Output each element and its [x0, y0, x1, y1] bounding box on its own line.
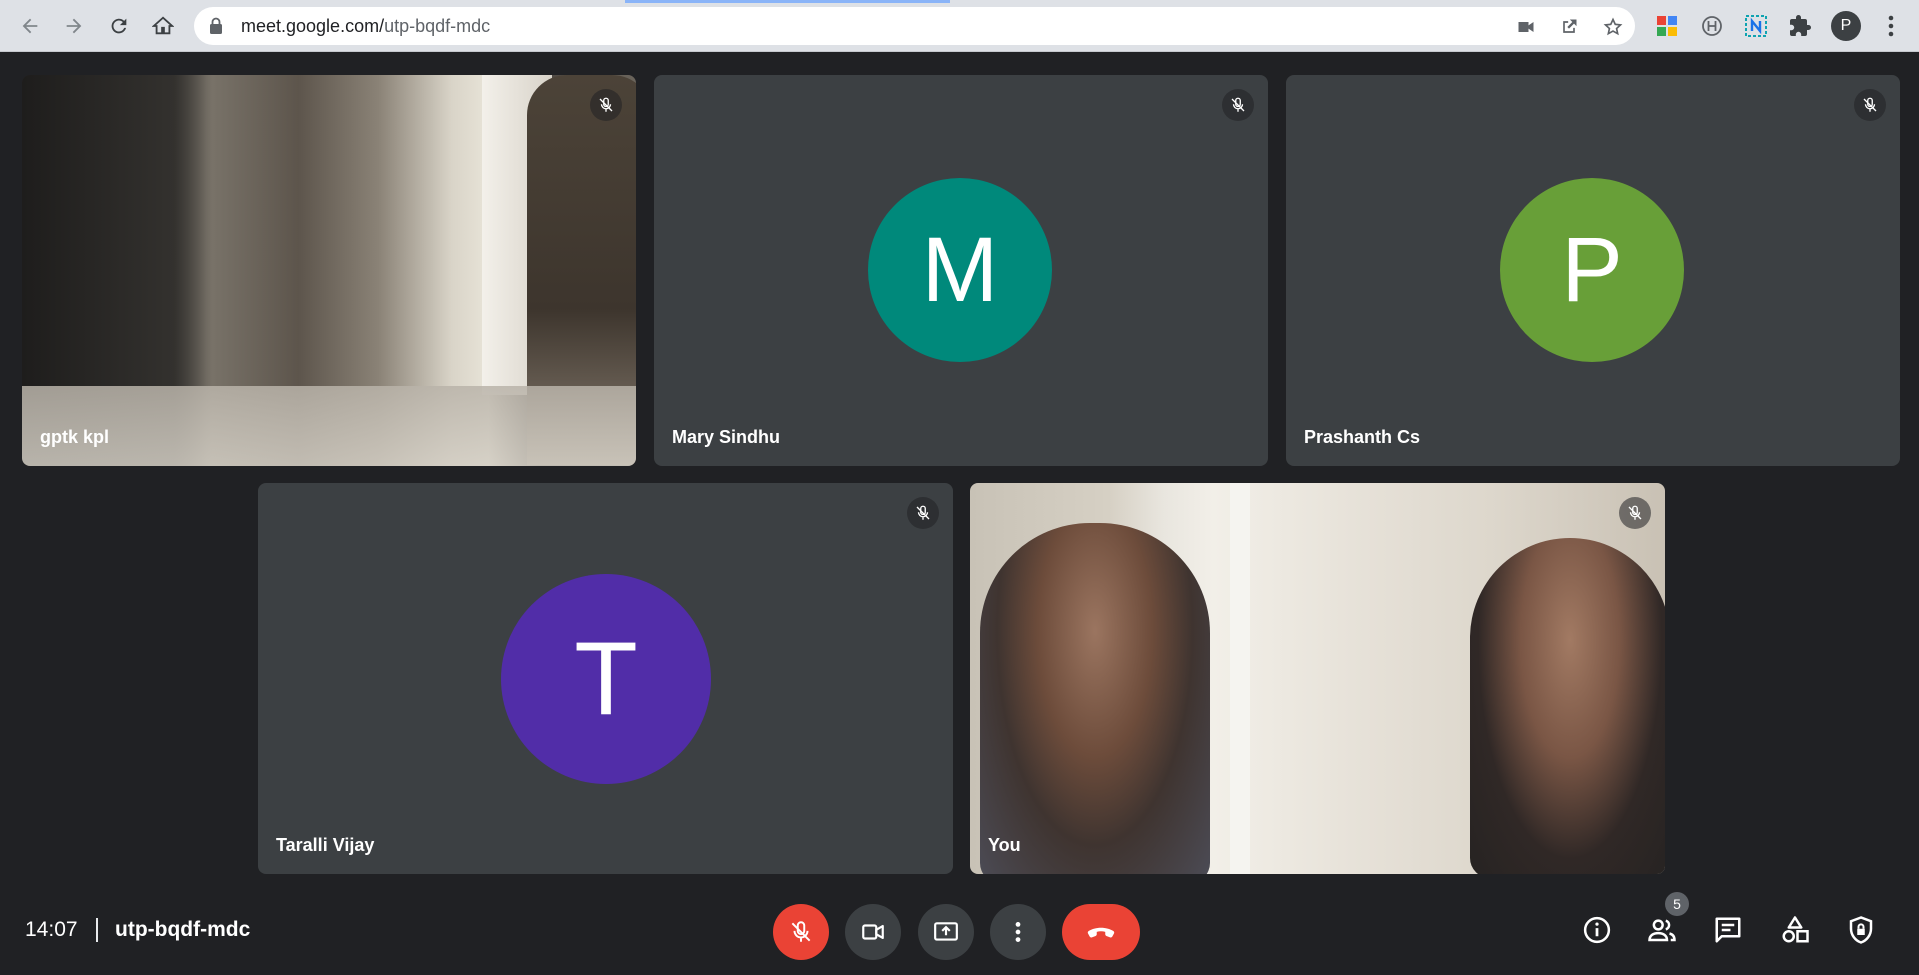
participant-name: gptk kpl: [40, 427, 110, 447]
video-feed: [1230, 483, 1250, 874]
meeting-details-button[interactable]: [1577, 910, 1617, 950]
info-icon: [1583, 916, 1611, 944]
back-button[interactable]: [14, 10, 46, 42]
url-path: utp-bqdf-mdc: [384, 16, 491, 36]
avatar: P: [1500, 178, 1684, 362]
participant-name: You: [988, 835, 1021, 855]
muted-indicator: [907, 497, 939, 529]
extension-n-button[interactable]: [1742, 12, 1770, 40]
browser-menu-button[interactable]: [1877, 12, 1905, 40]
chat-button[interactable]: [1708, 910, 1748, 950]
more-vert-icon: [1015, 922, 1021, 942]
home-icon: [152, 16, 174, 35]
muted-indicator: [1854, 89, 1886, 121]
meeting-clock: 14:07: [25, 918, 78, 941]
activities-button[interactable]: [1775, 910, 1815, 950]
muted-indicator: [1222, 89, 1254, 121]
extension-n-icon: [1745, 15, 1767, 37]
mic-off-icon: [791, 921, 811, 942]
participant-name: Prashanth Cs: [1304, 427, 1421, 447]
participant-tile-taralli-vijay[interactable]: T Taralli Vijay: [258, 483, 953, 874]
puzzle-icon: [1790, 15, 1811, 36]
extension-google-button[interactable]: [1653, 12, 1681, 40]
present-screen-icon: [934, 922, 958, 941]
extension-h-button[interactable]: [1698, 12, 1726, 40]
mic-off-icon: [599, 97, 613, 112]
shield-lock-icon: [1849, 916, 1873, 944]
reload-icon: [111, 18, 127, 34]
url-host: meet.google.com/: [241, 16, 385, 36]
lock-icon: [210, 17, 222, 34]
reload-button[interactable]: [103, 10, 135, 42]
avatar: M: [868, 178, 1052, 362]
people-button[interactable]: [1642, 910, 1682, 950]
forward-button[interactable]: [58, 10, 90, 42]
present-screen-button[interactable]: [918, 904, 974, 960]
mic-off-icon: [1863, 97, 1877, 112]
extension-google-icon: [1657, 16, 1677, 36]
more-options-button[interactable]: [990, 904, 1046, 960]
extension-h-icon: [1702, 16, 1722, 36]
mic-off-icon: [1628, 505, 1642, 520]
url-text: meet.google.com/utp-bqdf-mdc: [241, 16, 490, 37]
phone-hangup-icon: [1087, 927, 1115, 938]
video-feed-floor: [22, 386, 636, 466]
open-in-app-button[interactable]: [1558, 16, 1580, 38]
meeting-code: utp-bqdf-mdc: [115, 918, 251, 941]
open-external-icon: [1563, 19, 1577, 33]
participant-tile-mary-sindhu[interactable]: M Mary Sindhu: [654, 75, 1268, 466]
host-controls-button[interactable]: [1841, 910, 1881, 950]
muted-indicator: [590, 89, 622, 121]
bookmark-button[interactable]: [1602, 16, 1624, 38]
star-icon: [1603, 17, 1623, 36]
back-icon: [22, 18, 38, 34]
divider: [96, 918, 98, 942]
participant-tile-prashanth-cs[interactable]: P Prashanth Cs: [1286, 75, 1900, 466]
microphone-toggle-button[interactable]: [773, 904, 829, 960]
participant-name: Taralli Vijay: [276, 835, 375, 855]
kebab-icon: [1888, 15, 1894, 37]
chat-icon: [1715, 917, 1741, 943]
profile-button[interactable]: P: [1831, 11, 1861, 41]
home-button[interactable]: [147, 10, 179, 42]
video-feed-person: [980, 523, 1210, 874]
participant-tile-you[interactable]: You: [970, 483, 1665, 874]
muted-indicator: [1619, 497, 1651, 529]
camera-toggle-button[interactable]: [845, 904, 901, 960]
leave-call-button[interactable]: [1062, 904, 1140, 960]
people-count-badge: 5: [1665, 892, 1689, 916]
people-icon: [1648, 919, 1676, 942]
video-camera-icon: [862, 924, 884, 940]
address-bar[interactable]: meet.google.com/utp-bqdf-mdc: [194, 7, 1635, 45]
loading-bar: [625, 0, 950, 3]
video-feed-person: [1470, 538, 1665, 874]
forward-icon: [66, 18, 82, 34]
participant-tile-gptk-kpl[interactable]: gptk kpl: [22, 75, 636, 466]
browser-toolbar: meet.google.com/utp-bqdf-mdc P: [0, 0, 1919, 52]
camera-icon: [1518, 22, 1534, 32]
mic-off-icon: [916, 505, 930, 520]
participant-name: Mary Sindhu: [672, 427, 781, 447]
extensions-button[interactable]: [1786, 12, 1814, 40]
shapes-icon: [1782, 916, 1809, 943]
mic-off-icon: [1231, 97, 1245, 112]
camera-indicator-button[interactable]: [1515, 16, 1537, 38]
avatar: T: [501, 574, 711, 784]
meeting-controls-bar: 14:07 utp-bqdf-mdc 5: [0, 880, 1919, 975]
